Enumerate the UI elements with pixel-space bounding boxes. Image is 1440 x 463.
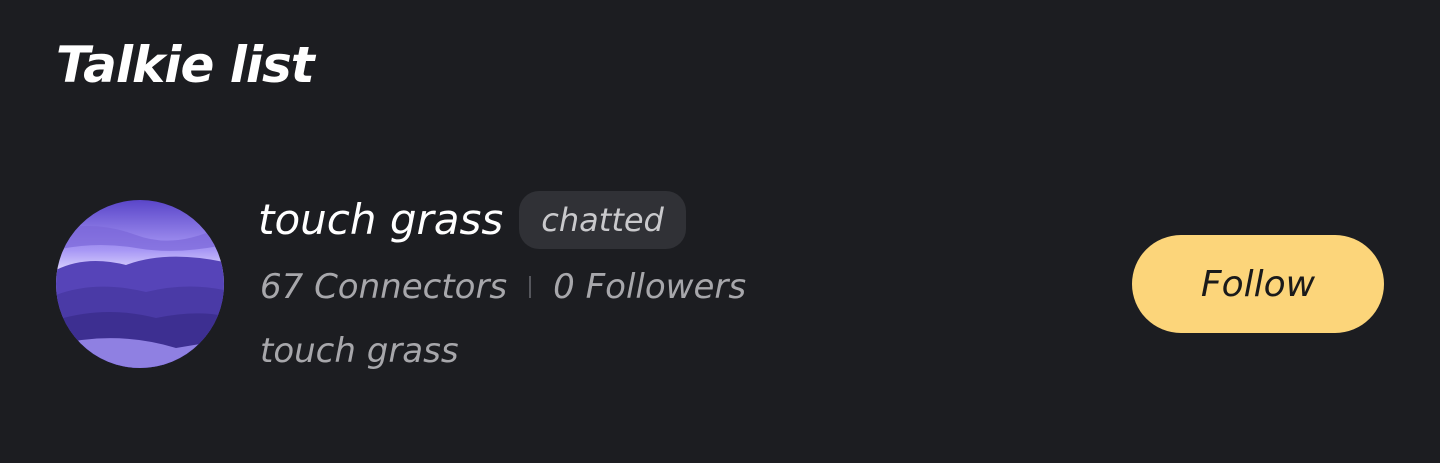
followers-count: 0 Followers xyxy=(553,267,747,307)
talkie-list-item[interactable]: touch grass chatted 67 Connectors 0 Foll… xyxy=(0,190,1440,380)
stats-divider xyxy=(529,276,532,298)
chatted-badge: chatted xyxy=(519,191,686,249)
avatar-image xyxy=(56,200,224,368)
avatar[interactable] xyxy=(56,200,224,368)
talkie-description: touch grass xyxy=(260,331,459,371)
follow-button[interactable]: Follow xyxy=(1132,235,1384,333)
talkie-name[interactable]: touch grass xyxy=(258,190,503,250)
section-title: Talkie list xyxy=(56,36,315,94)
connectors-count: 67 Connectors xyxy=(260,267,508,307)
